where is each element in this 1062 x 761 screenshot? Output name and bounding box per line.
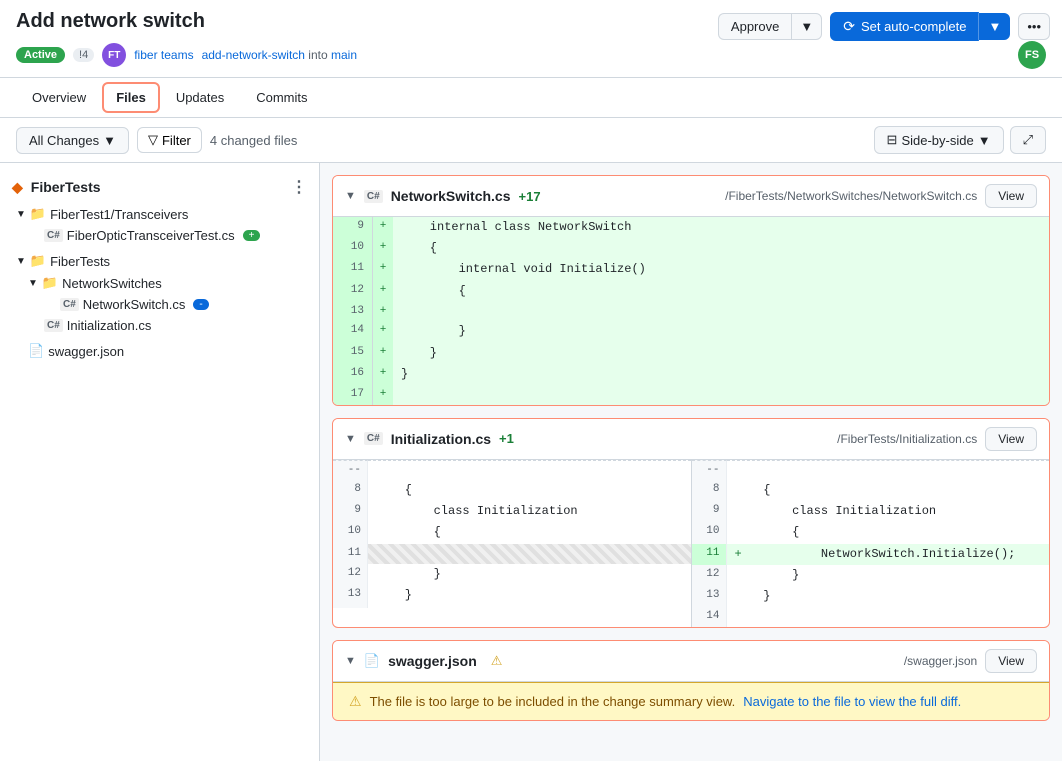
file-name: NetworkSwitch.cs <box>83 297 186 312</box>
sidebar-item-fiberoptictransceivertest[interactable]: C# FiberOpticTransceiverTest.cs + <box>0 225 319 246</box>
more-icon: ••• <box>1027 19 1041 34</box>
sidebar-item-initialization[interactable]: C# Initialization.cs <box>0 315 319 336</box>
avatar: FT <box>102 43 126 67</box>
content-area: ▼ C# NetworkSwitch.cs +17 /FiberTests/Ne… <box>320 163 1062 761</box>
filter-icon: ▽ <box>148 132 158 148</box>
warning-icon: ⚠ <box>491 653 503 669</box>
all-changes-label: All Changes <box>29 133 99 148</box>
chevron-down-icon: ▼ <box>103 133 116 148</box>
view-mode-icon: ⊟ <box>887 132 898 148</box>
diff-filename: Initialization.cs <box>391 431 491 447</box>
folder-icon: 📁 <box>30 253 46 269</box>
filter-button[interactable]: ▽ Filter <box>137 127 202 153</box>
more-icon[interactable]: ⋮ <box>291 177 307 197</box>
diff-change: +17 <box>519 189 541 204</box>
expand-button[interactable]: ⤢ <box>1010 126 1046 154</box>
tab-updates[interactable]: Updates <box>160 80 240 117</box>
file-name: Initialization.cs <box>67 318 152 333</box>
add-badge: + <box>243 230 261 241</box>
diff-path: /FiberTests/Initialization.cs <box>837 432 977 446</box>
autocomplete-button-group[interactable]: ⟳ Set auto-complete ▼ <box>830 12 1010 41</box>
diff-view-button[interactable]: View <box>985 427 1037 451</box>
warning-text: The file is too large to be included in … <box>370 694 736 709</box>
tabs-bar: Overview Files Updates Commits <box>0 78 1062 118</box>
autocomplete-icon: ⟳ <box>843 18 855 35</box>
diamond-icon: ◆ <box>12 179 23 196</box>
collapse-chevron[interactable]: ▼ <box>345 433 356 445</box>
diff-code-added: 9+ internal class NetworkSwitch 10+ { 11… <box>333 217 1049 405</box>
active-badge: Active <box>16 47 65 63</box>
commit-count: !4 <box>73 48 94 62</box>
author-link[interactable]: fiber teams <box>134 48 193 62</box>
branch-from-link[interactable]: add-network-switch <box>202 48 305 62</box>
filter-label: Filter <box>162 133 191 148</box>
chevron-icon: ▼ <box>28 278 38 289</box>
folder-name: FiberTest1/Transceivers <box>50 207 188 222</box>
diff-view-button[interactable]: View <box>985 184 1037 208</box>
diff-initialization: ▼ C# Initialization.cs +1 /FiberTests/In… <box>332 418 1050 628</box>
sidebar-folder-fibertest1[interactable]: ▼ 📁 FiberTest1/Transceivers <box>0 203 319 225</box>
branch-to-link[interactable]: main <box>331 48 357 62</box>
warning-triangle-icon: ⚠ <box>349 693 362 710</box>
edit-badge: - <box>193 299 208 310</box>
json-lang-icon: 📄 <box>28 343 44 359</box>
user-avatar: FS <box>1018 41 1046 69</box>
autocomplete-label: Set auto-complete <box>861 19 967 34</box>
diff-swagger: ▼ 📄 swagger.json ⚠ /swagger.json View ⚠ … <box>332 640 1050 721</box>
sidebar-item-swagger[interactable]: 📄 swagger.json <box>0 340 319 362</box>
folder-icon: 📁 <box>42 275 58 291</box>
folder-name: NetworkSwitches <box>62 276 162 291</box>
avatar-initials: FT <box>108 50 120 61</box>
lang-badge: C# <box>364 432 383 445</box>
cs-lang-icon: C# <box>60 298 79 311</box>
sidebar-title: FiberTests <box>31 179 101 195</box>
toolbar: All Changes ▼ ▽ Filter 4 changed files ⊟… <box>0 118 1062 163</box>
cs-lang-icon: C# <box>44 229 63 242</box>
tab-files[interactable]: Files <box>102 82 160 113</box>
tab-overview[interactable]: Overview <box>16 80 102 117</box>
approve-dropdown[interactable]: ▼ <box>791 13 822 40</box>
changed-files-count: 4 changed files <box>210 133 297 148</box>
file-name: FiberOpticTransceiverTest.cs <box>67 228 235 243</box>
all-changes-dropdown[interactable]: All Changes ▼ <box>16 127 129 154</box>
branch-from: add-network-switch into main <box>202 48 357 62</box>
view-mode-button[interactable]: ⊟ Side-by-side ▼ <box>874 126 1004 154</box>
expand-icon: ⤢ <box>1023 132 1033 148</box>
diff-side-by-side: -- 8 { 9 class Initialization 10 { 11 12… <box>333 460 1049 627</box>
diff-path: /FiberTests/NetworkSwitches/NetworkSwitc… <box>725 189 977 203</box>
sidebar-item-networkswitch[interactable]: C# NetworkSwitch.cs - <box>0 294 319 315</box>
cs-lang-icon: C# <box>44 319 63 332</box>
sidebar-folder-networkswitches[interactable]: ▼ 📁 NetworkSwitches <box>0 272 319 294</box>
tab-commits[interactable]: Commits <box>240 80 323 117</box>
diff-change: +1 <box>499 431 514 446</box>
lang-badge: C# <box>364 190 383 203</box>
sidebar: ◆ FiberTests ⋮ ▼ 📁 FiberTest1/Transceive… <box>0 163 320 761</box>
sidebar-folder-fibertests[interactable]: ▼ 📁 FiberTests <box>0 250 319 272</box>
collapse-chevron[interactable]: ▼ <box>345 190 356 202</box>
autocomplete-dropdown[interactable]: ▼ <box>979 13 1010 40</box>
diff-left-panel: -- 8 { 9 class Initialization 10 { 11 12… <box>333 460 692 627</box>
diff-right-panel: -- 8 { 9 class Initialization 10 { 11+ N… <box>692 460 1050 627</box>
navigate-to-file-link[interactable]: Navigate to the file to view the full di… <box>743 694 961 709</box>
chevron-icon: ▼ <box>16 209 26 220</box>
view-mode-label: Side-by-side <box>901 133 973 148</box>
autocomplete-button[interactable]: ⟳ Set auto-complete <box>830 12 979 41</box>
approve-button[interactable]: Approve <box>718 13 791 40</box>
folder-name: FiberTests <box>50 254 110 269</box>
folder-icon: 📁 <box>30 206 46 222</box>
file-name: swagger.json <box>48 344 124 359</box>
chevron-icon: ▼ <box>16 256 26 267</box>
diff-path: /swagger.json <box>904 654 977 668</box>
diff-networkswitch: ▼ C# NetworkSwitch.cs +17 /FiberTests/Ne… <box>332 175 1050 406</box>
collapse-chevron[interactable]: ▼ <box>345 655 356 667</box>
diff-filename: NetworkSwitch.cs <box>391 188 511 204</box>
view-mode-chevron: ▼ <box>978 133 991 148</box>
file-icon: 📄 <box>364 653 380 669</box>
diff-filename: swagger.json <box>388 653 477 669</box>
diff-view-button[interactable]: View <box>985 649 1037 673</box>
more-options-button[interactable]: ••• <box>1018 13 1050 40</box>
approve-button-group[interactable]: Approve ▼ <box>718 13 822 40</box>
diff-warning-message: ⚠ The file is too large to be included i… <box>333 682 1049 720</box>
